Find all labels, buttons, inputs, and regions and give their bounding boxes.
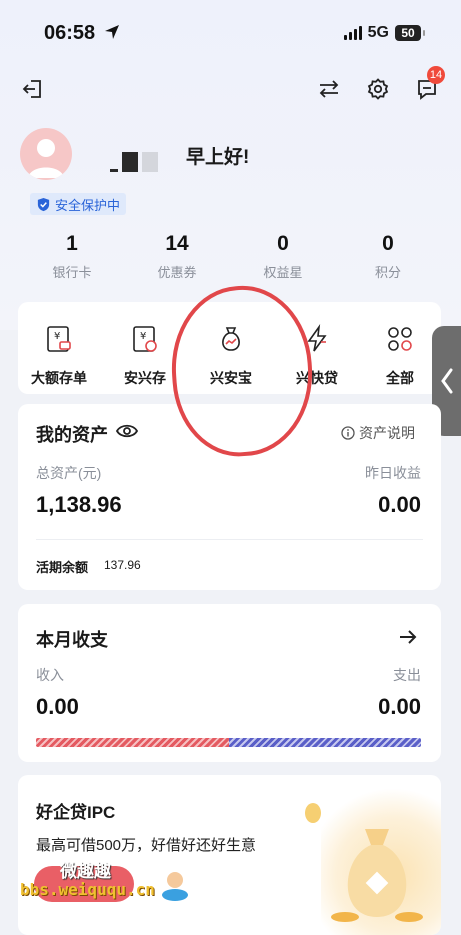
total-assets-label: 总资产(元) (36, 465, 102, 481)
masked-username (110, 152, 158, 172)
stat-benefit-stars[interactable]: 0 权益星 (233, 232, 333, 281)
stat-label: 权益星 (263, 265, 303, 280)
status-indicators: 5G 50 (343, 24, 425, 42)
location-arrow-icon (105, 25, 119, 39)
stat-label: 优惠券 (157, 265, 197, 280)
greeting: 早上好! (186, 147, 250, 168)
stat-points[interactable]: 0 积分 (338, 232, 438, 281)
shield-check-icon (37, 197, 50, 211)
savings-icon: ¥ (128, 322, 162, 356)
assets-help-link[interactable]: 资产说明 (341, 423, 415, 443)
status-time: 06:58 (44, 22, 96, 44)
battery-icon: 50 (395, 25, 425, 41)
monthly-title: 本月收支 (36, 630, 108, 650)
network-type: 5G (367, 24, 389, 41)
current-balance-label: 活期余额 (36, 560, 89, 575)
chevron-left-icon (440, 368, 452, 394)
income-bar-segment (36, 738, 229, 747)
signal-icon (343, 26, 362, 40)
quick-action-label: 大额存单 (31, 370, 87, 386)
settings-gear-icon[interactable] (365, 76, 391, 102)
quick-action-all[interactable]: 全部 (360, 322, 440, 388)
assets-title: 我的资产 (36, 425, 108, 445)
income-label: 收入 (36, 667, 64, 683)
avatar[interactable] (20, 128, 72, 180)
stat-value: 14 (165, 232, 189, 255)
svg-text:¥: ¥ (140, 331, 146, 342)
avatar-person-icon (28, 139, 64, 178)
quick-action-label: 全部 (386, 370, 414, 386)
income-value: 0.00 (36, 694, 79, 719)
stat-value: 1 (66, 232, 78, 255)
info-icon (341, 426, 355, 440)
battery-level: 50 (401, 26, 415, 40)
security-status-label: 安全保护中 (55, 197, 121, 213)
money-bag-illustration-icon (331, 829, 423, 922)
yesterday-earnings-value: 0.00 (378, 492, 421, 517)
logout-icon[interactable] (20, 76, 46, 102)
deposit-certificate-icon: ¥ (42, 322, 76, 356)
yesterday-earnings-label: 昨日收益 (365, 465, 421, 481)
svg-text:¥: ¥ (54, 331, 60, 342)
switch-icon[interactable] (316, 76, 342, 102)
grid-icon (383, 322, 417, 356)
expense-bar-segment (228, 738, 421, 747)
mascot-icon (162, 872, 188, 901)
arrow-right-icon[interactable] (398, 628, 418, 646)
expense-label: 支出 (393, 667, 421, 683)
stat-bank-cards[interactable]: 1 银行卡 (22, 232, 122, 281)
assets-help-label: 资产说明 (359, 425, 415, 441)
stat-label: 银行卡 (52, 265, 92, 280)
current-balance-value: 137.96 (104, 558, 141, 572)
divider (36, 539, 423, 540)
security-status-badge[interactable]: 安全保护中 (30, 193, 127, 215)
quick-action-large-deposit[interactable]: ¥ 大额存单 (19, 322, 99, 388)
stat-coupons[interactable]: 14 优惠券 (127, 232, 227, 281)
stat-value: 0 (382, 232, 394, 255)
expense-value: 0.00 (378, 694, 421, 719)
stat-value: 0 (277, 232, 289, 255)
total-assets-value: 1,138.96 (36, 492, 122, 517)
watermark-url: bbs.weiququ.cn (20, 880, 155, 899)
stat-label: 积分 (374, 265, 401, 280)
eye-icon[interactable] (116, 422, 138, 440)
promo-subtitle: 最高可借500万，好借好还好生意 (36, 837, 257, 854)
coin-icon (305, 803, 321, 823)
watermark-cn: 微趣趣 (60, 862, 111, 881)
promo-title: 好企贷IPC (36, 803, 116, 822)
notification-badge: 14 (427, 66, 445, 84)
income-expense-bar (36, 738, 421, 747)
